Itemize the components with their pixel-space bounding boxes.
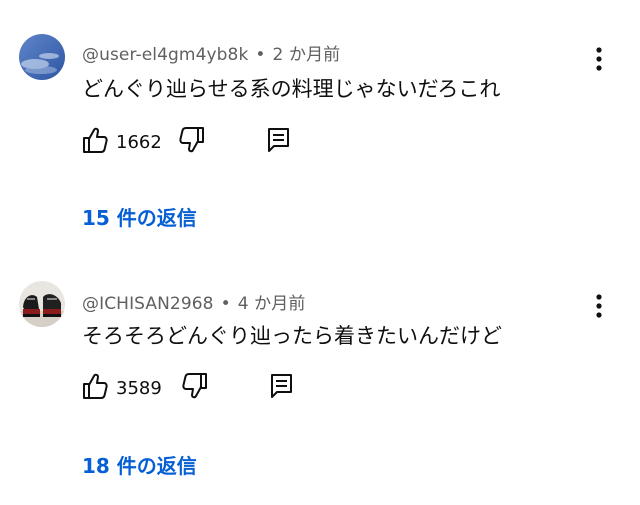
username[interactable]: @user-el4gm4yb8k	[82, 45, 248, 65]
separator-dot: •	[255, 45, 266, 65]
reply-button[interactable]	[269, 372, 295, 404]
dislike-button[interactable]	[182, 372, 208, 404]
timestamp[interactable]: 2 か月前	[273, 45, 341, 65]
avatar[interactable]	[19, 34, 65, 80]
like-count: 3589	[116, 378, 162, 399]
thumbs-up-icon	[83, 127, 108, 153]
more-vert-icon	[596, 47, 602, 71]
thumbs-down-icon	[179, 127, 204, 153]
comment-header: @ICHISAN2968 • 4 か月前	[82, 289, 305, 314]
reply-comment-icon	[268, 128, 289, 152]
timestamp[interactable]: 4 か月前	[238, 294, 306, 314]
more-options-button[interactable]	[586, 42, 612, 76]
like-button[interactable]	[82, 372, 108, 404]
avatar[interactable]	[19, 281, 65, 327]
username[interactable]: @ICHISAN2968	[82, 294, 214, 314]
view-replies-button[interactable]: 18 件の返信	[82, 450, 197, 479]
more-options-button[interactable]	[586, 289, 612, 323]
like-button[interactable]	[82, 126, 108, 158]
shoes-photo-avatar-icon	[19, 281, 65, 327]
more-vert-icon	[596, 294, 602, 318]
comment-text: どんぐり辿らせる系の料理じゃないだろこれ	[82, 77, 501, 101]
reply-comment-icon	[271, 374, 292, 398]
comment-actions: 1662	[82, 126, 322, 160]
comment-text: そろそろどんぐり辿ったら着きたいんだけど	[82, 324, 502, 348]
like-count: 1662	[116, 132, 162, 153]
reply-button[interactable]	[266, 126, 292, 158]
sky-photo-avatar-icon	[19, 34, 65, 80]
thumbs-up-icon	[83, 373, 108, 399]
view-replies-button[interactable]: 15 件の返信	[82, 202, 197, 231]
dislike-button[interactable]	[179, 126, 205, 158]
comment-header: @user-el4gm4yb8k • 2 か月前	[82, 40, 340, 65]
separator-dot: •	[220, 294, 231, 314]
thumbs-down-icon	[182, 373, 207, 399]
comment-actions: 3589	[82, 372, 322, 406]
comments-section: @user-el4gm4yb8k • 2 か月前 どんぐり辿らせる系の料理じゃないだ…	[0, 0, 640, 505]
